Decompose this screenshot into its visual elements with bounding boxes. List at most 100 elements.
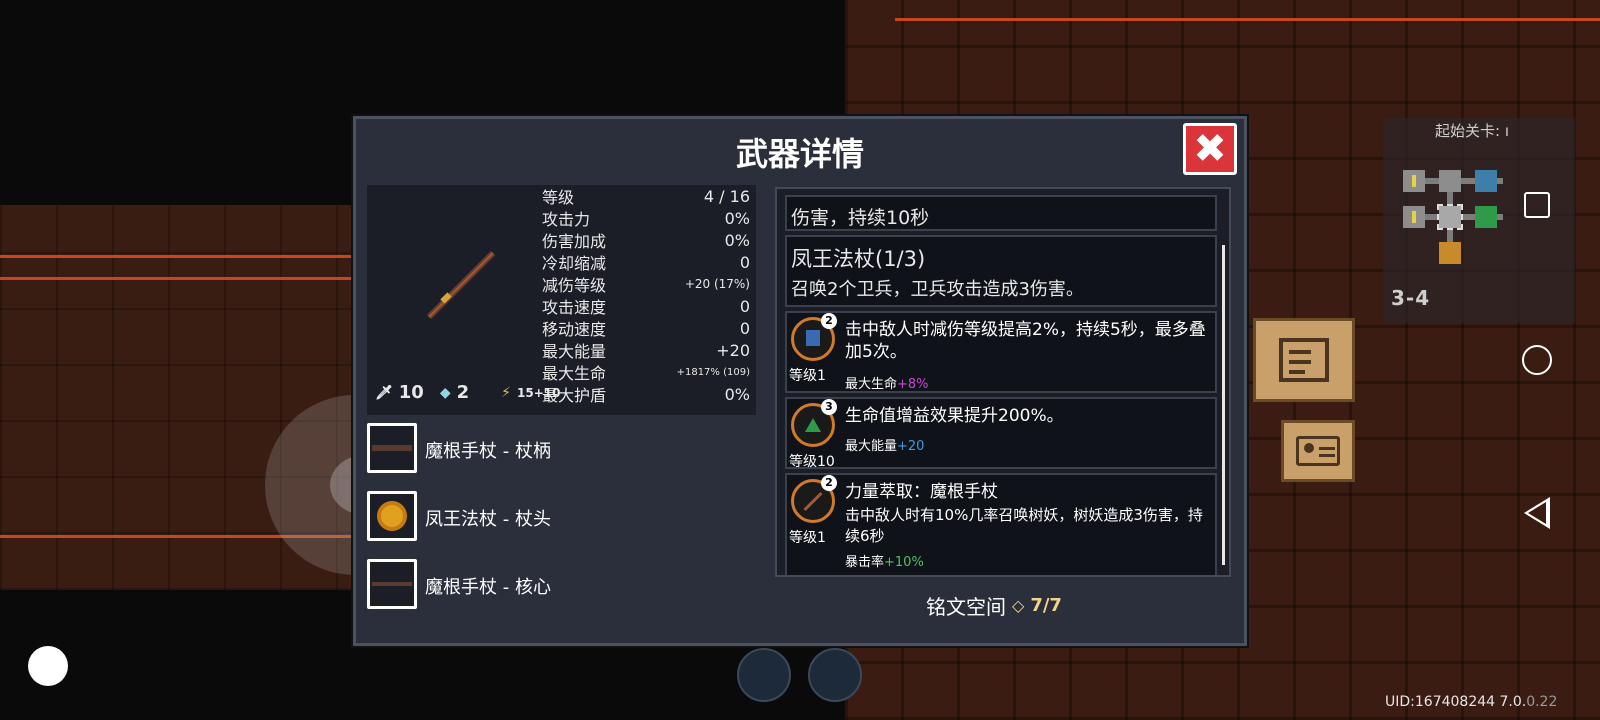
weapon-base-stats: 🗡 10 ◆ 2 ⚡ 15+10: [375, 382, 560, 403]
inscription-card[interactable]: 3 等级10 生命值增益效果提升200%。 最大能量+20: [785, 397, 1217, 470]
staff-handle-icon: [367, 423, 417, 473]
weapon-stat-panel: 等级 4 / 16 攻击力 0% 伤害加成 0% 冷却缩减 0 减伤等级 +20 (17%…: [367, 185, 756, 415]
inscription-badge: 2: [821, 313, 837, 329]
inscription-card[interactable]: 2 等级1 击中敌人时减伤等级提高2%，持续5秒，最多叠加5次。 最大生命+8%: [785, 311, 1217, 393]
weapon-details-modal: 武器详情 ✖ 等级 4 / 16 攻击力 0% 伤害加成 0% 冷却缩减 0 减伤等级 +…: [353, 116, 1247, 646]
inscription-level: 等级1: [789, 368, 826, 384]
stat-value: +20: [716, 340, 750, 360]
stat-value: 4 / 16: [703, 186, 750, 206]
stat-value: 0: [739, 296, 750, 316]
stat-row-max-shield: 最大护盾 0%: [542, 383, 750, 406]
close-button[interactable]: ✖: [1183, 123, 1237, 175]
version-suffix: 0.22: [1526, 694, 1558, 710]
stat-row-damage-reduction: 减伤等级 +20 (17%): [542, 273, 750, 295]
minimap-room: [1403, 170, 1425, 192]
inscription-text: 力量萃取：魔根手杖: [845, 482, 998, 502]
rune-space-label: 铭文空间: [926, 595, 1006, 619]
set-bonus-title: 凤王法杖(1/3): [791, 247, 926, 271]
recent-apps-button[interactable]: [1520, 188, 1554, 222]
stat-value: 0%: [724, 208, 750, 228]
stat-label: 最大能量: [542, 342, 607, 361]
stat-label: 冷却缩减: [542, 254, 607, 273]
uid-text: UID:167408244 7.0.: [1385, 694, 1527, 710]
crystal-value: 2: [456, 382, 470, 403]
stat-label: 减伤等级: [542, 276, 607, 295]
sub-stat-value: +10%: [884, 555, 924, 570]
staff-weapon-icon: [426, 250, 496, 320]
rune-space-indicator: 铭文空间 ◇ 7/7: [926, 591, 1062, 620]
stat-row-level: 等级 4 / 16: [542, 185, 750, 208]
stat-label: 等级: [542, 188, 575, 207]
minimap-room: [1403, 206, 1425, 228]
room-rail: [895, 18, 1600, 21]
uid-version-label: UID:167408244 7.0.0.22: [1385, 694, 1557, 710]
set-bonus-card: 凤王法杖(1/3) 召唤2个卫兵，卫兵攻击造成3伤害。: [785, 235, 1217, 307]
inscription-scroll-panel[interactable]: 伤害，持续10秒 凤王法杖(1/3) 召唤2个卫兵，卫兵攻击造成3伤害。 2 等…: [775, 187, 1231, 577]
stat-row-cooldown: 冷却缩减 0: [542, 251, 750, 274]
stage-indicator: 3-4: [1391, 286, 1431, 310]
sub-stat-label: 暴击率: [845, 555, 885, 570]
diamond-icon: ◇: [1012, 596, 1025, 615]
minimap-room: [1439, 170, 1461, 192]
modal-title: 武器详情: [735, 135, 864, 173]
home-button[interactable]: [1520, 343, 1554, 377]
stat-row-attack-speed: 攻击速度 0: [542, 295, 750, 318]
stat-value: 0%: [724, 230, 750, 250]
part-label: 魔根手杖 - 核心: [425, 577, 551, 598]
notes-button[interactable]: [1253, 318, 1355, 402]
sub-stat-value: +8%: [897, 377, 929, 392]
stat-label: 攻击力: [542, 210, 591, 229]
skill-icon-feather[interactable]: [737, 648, 791, 702]
sub-stat-label: 最大能量: [845, 439, 898, 454]
exclamation-icon: [1412, 211, 1416, 223]
back-button[interactable]: [1520, 496, 1554, 530]
effect-fragment-card: 伤害，持续10秒: [785, 195, 1217, 231]
staff-core-icon: [367, 559, 417, 609]
inscription-text-detail: 击中敌人时有10%几率召唤树妖，树妖造成3伤害，持续6秒: [845, 506, 1203, 545]
stat-row-attack: 攻击力 0%: [542, 207, 750, 230]
notepad-icon: [1279, 338, 1329, 382]
attack-value: 10: [398, 382, 424, 403]
sub-stat-value: +20: [897, 439, 925, 454]
triangle-back-icon: [1524, 497, 1550, 529]
stat-label: 伤害加成: [542, 232, 607, 251]
stat-value: 0%: [724, 384, 750, 404]
part-item-head[interactable]: 凤王法杖 - 杖头: [367, 491, 756, 547]
minimap-start-label: 起始关卡: ı: [1435, 122, 1509, 140]
close-icon: ✖: [1193, 126, 1227, 172]
stat-row-max-energy: 最大能量 +20: [542, 339, 750, 362]
inscription-sub-stat: 最大能量+20: [845, 435, 924, 454]
stat-label: 移动速度: [542, 320, 607, 339]
stat-label: 攻击速度: [542, 298, 607, 317]
inscription-sub-stat: 暴击率+10%: [845, 551, 924, 570]
skill-icon-character[interactable]: [808, 648, 862, 702]
floating-assist-button[interactable]: [28, 646, 68, 686]
inscription-text: 击中敌人时减伤等级提高2%，持续5秒，最多叠加5次。: [845, 320, 1206, 362]
stat-row-move-speed: 移动速度 0: [542, 317, 750, 340]
crystal-icon: ◆: [439, 384, 451, 401]
stat-row-max-health: 最大生命 +1817% (109): [542, 361, 750, 383]
phoenix-head-icon: [367, 491, 417, 541]
stat-value: +1817% (109): [676, 366, 750, 378]
inscription-badge: 3: [821, 399, 837, 415]
stat-value: +20 (17%): [684, 277, 750, 291]
part-item-core[interactable]: 魔根手杖 - 核心: [367, 559, 756, 615]
chest-room-icon: [1439, 242, 1461, 264]
inscription-sub-stat: 最大生命+8%: [845, 373, 929, 392]
id-card-icon: [1296, 436, 1340, 466]
part-item-handle[interactable]: 魔根手杖 - 杖柄: [367, 423, 756, 479]
effect-fragment-text: 伤害，持续10秒: [791, 207, 930, 229]
rune-space-count: 7/7: [1030, 595, 1062, 616]
inscription-level: 等级10: [789, 454, 835, 470]
sub-stat-label: 最大生命: [845, 377, 898, 392]
part-label: 魔根手杖 - 杖柄: [425, 441, 551, 462]
set-bonus-desc: 召唤2个卫兵，卫兵攻击造成3伤害。: [791, 279, 1084, 300]
circle-icon: [1522, 345, 1552, 375]
inscription-card[interactable]: 2 等级1 力量萃取：魔根手杖 击中敌人时有10%几率召唤树妖，树妖造成3伤害，…: [785, 473, 1217, 575]
stat-row-damage-bonus: 伤害加成 0%: [542, 229, 750, 252]
energy-value: 15+10: [517, 385, 561, 400]
square-icon: [1524, 192, 1550, 218]
profile-card-button[interactable]: [1281, 420, 1355, 482]
inscription-badge: 2: [821, 475, 837, 491]
scrollbar[interactable]: [1222, 245, 1225, 565]
